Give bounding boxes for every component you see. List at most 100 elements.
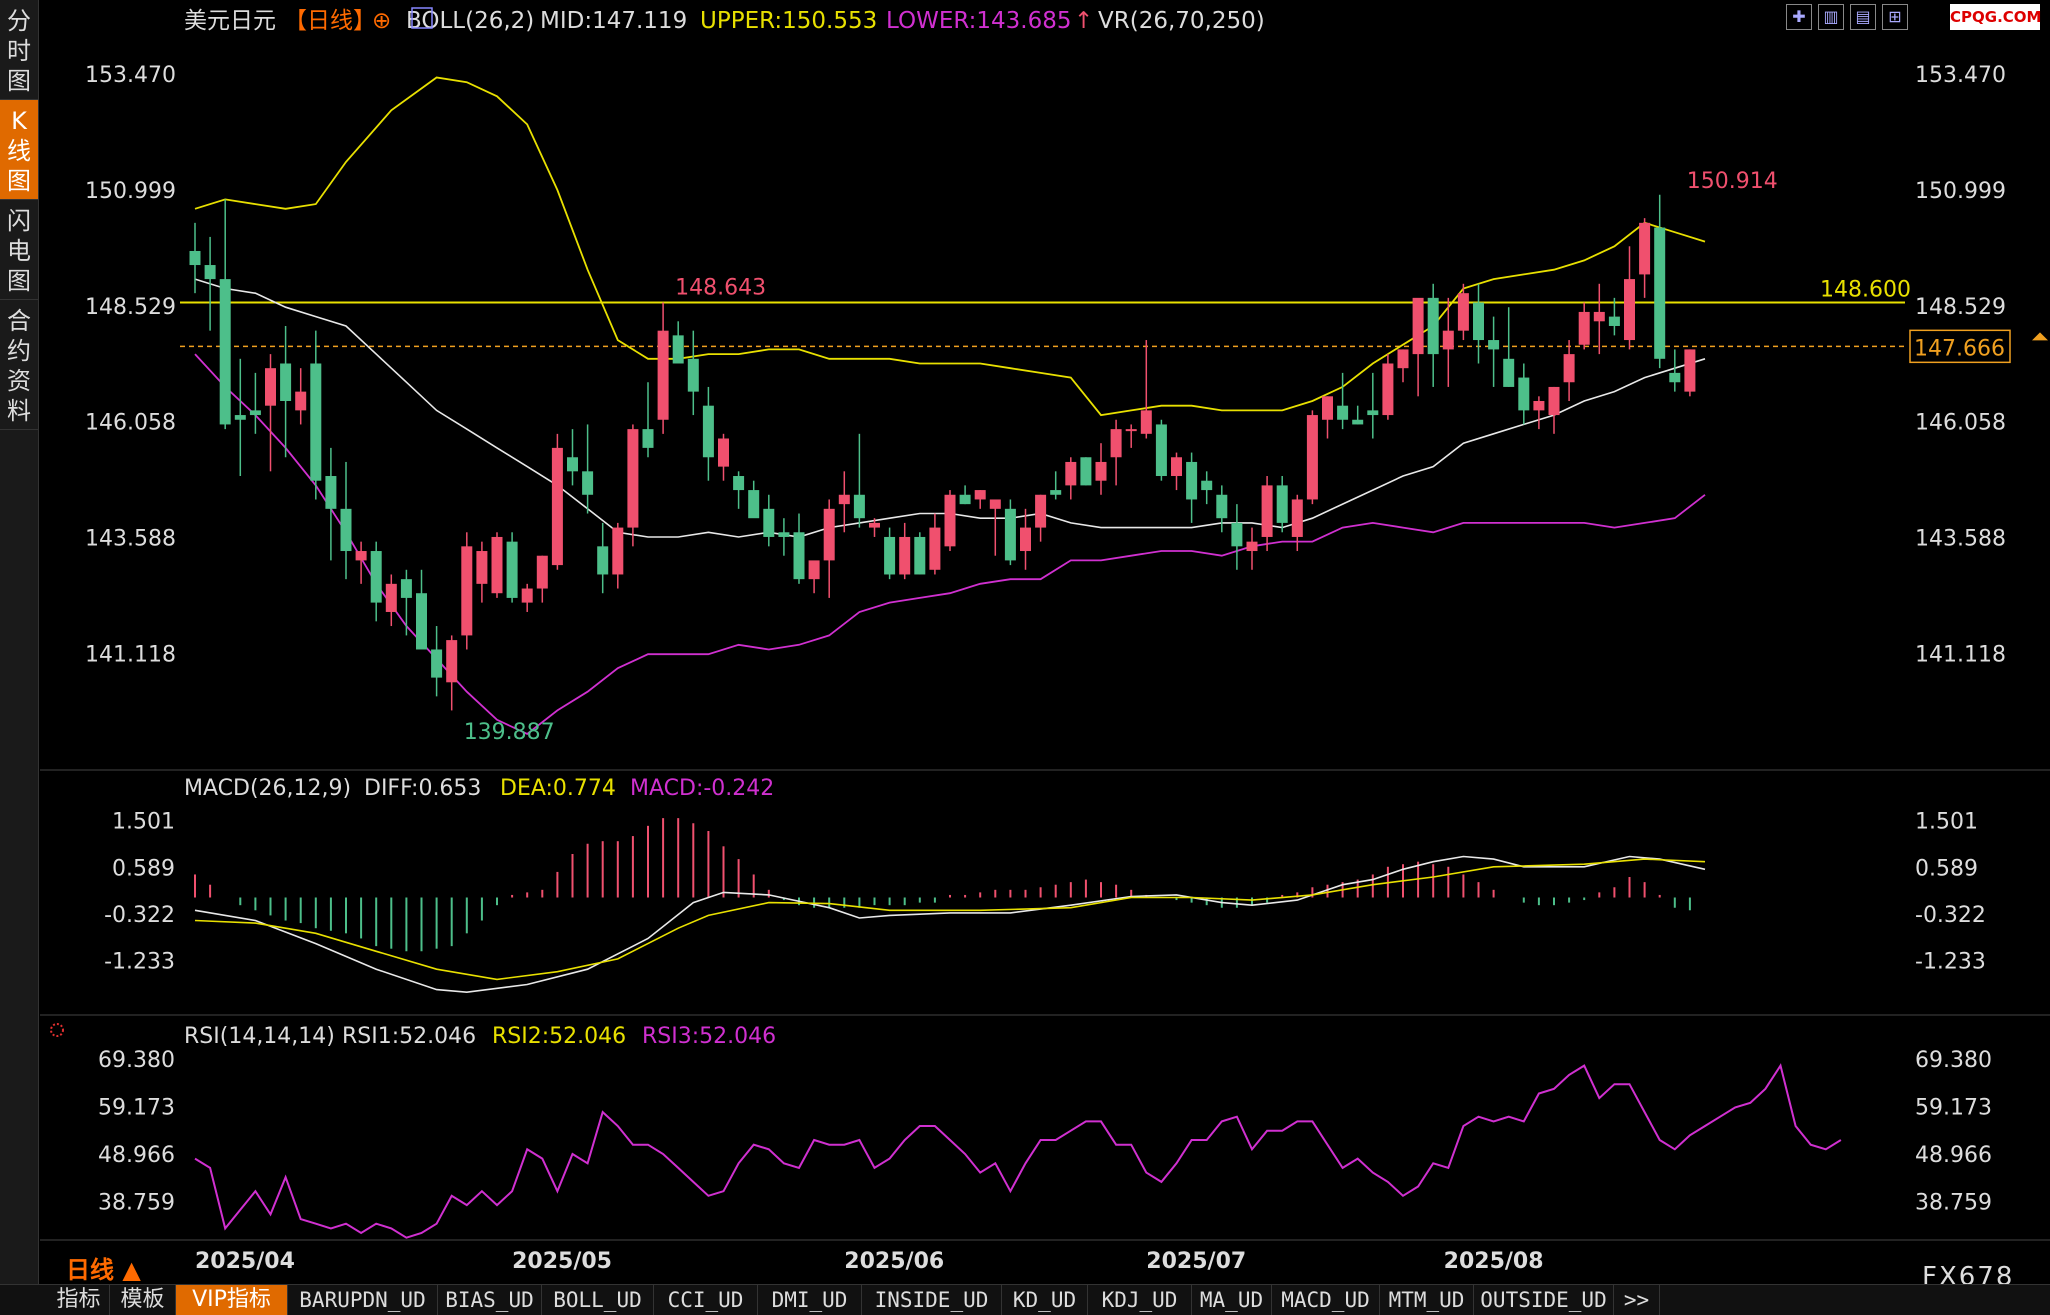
line-icon[interactable]: ⊞ <box>1882 4 1908 30</box>
candle <box>1624 246 1635 350</box>
candle-body <box>612 527 624 575</box>
candle-body <box>461 546 473 636</box>
rsi-line <box>194 1063 1842 1239</box>
candle <box>1412 297 1424 397</box>
y-tick-right: 148.529 <box>1915 295 2006 320</box>
candle-body <box>808 560 820 580</box>
indicator-tab-13[interactable]: MTM_UD <box>1380 1285 1474 1315</box>
indicator-tab-5[interactable]: BOLL_UD <box>542 1285 654 1315</box>
candle <box>1563 340 1575 401</box>
candle <box>1035 494 1047 542</box>
header-lower: LOWER:143.685 <box>886 8 1072 34</box>
y-tick-left: 150.999 <box>85 179 176 204</box>
indicator-tab-2[interactable]: VIP指标 <box>176 1285 288 1315</box>
candle-body <box>899 536 911 575</box>
candle-body <box>733 476 745 491</box>
candle-body <box>748 490 760 519</box>
candle <box>989 499 1001 556</box>
candle <box>1186 452 1198 523</box>
candle-body <box>1412 297 1424 355</box>
macd-label: MACD(26,12,9) <box>184 776 351 801</box>
candle <box>1503 307 1515 387</box>
macd-diff-value: DIFF:0.653 <box>364 776 481 801</box>
candle-body <box>521 588 533 603</box>
candle <box>1050 471 1062 500</box>
candle-body <box>1095 461 1107 481</box>
candle <box>582 424 594 514</box>
indicator-tab-7[interactable]: DMI_UD <box>758 1285 862 1315</box>
candle-body <box>536 555 548 589</box>
rsi-y-tick-left: 59.173 <box>98 1096 175 1121</box>
rsi-y-tick-left: 48.966 <box>98 1143 175 1168</box>
candle <box>763 494 775 547</box>
candle <box>567 429 578 486</box>
candle <box>808 560 820 594</box>
candle-body <box>1231 522 1243 547</box>
candle <box>1004 499 1016 566</box>
y-tick-right: 141.118 <box>1915 642 2006 667</box>
candle-body <box>1155 424 1167 477</box>
indicator-tab-15[interactable]: >> <box>1614 1285 1660 1315</box>
candle <box>793 513 805 584</box>
indicator-tab-11[interactable]: MA_UD <box>1192 1285 1272 1315</box>
candle-body <box>1291 499 1303 537</box>
price-annotation: 148.643 <box>675 276 766 301</box>
candle-body <box>838 494 850 505</box>
candle <box>823 499 835 598</box>
candle-body <box>1004 508 1016 561</box>
candle-body <box>280 363 292 401</box>
candle-body <box>1563 354 1575 383</box>
candle-body <box>1669 372 1681 383</box>
vr-arrow-icon: ↑ <box>1074 8 1093 34</box>
indicator-tab-8[interactable]: INSIDE_UD <box>862 1285 1002 1315</box>
y-tick-right: 150.999 <box>1915 179 2006 204</box>
candle <box>521 583 533 612</box>
indicator-tab-0[interactable]: 指标 <box>48 1285 110 1315</box>
candle-body <box>476 551 488 584</box>
candle <box>461 532 473 650</box>
candle-body <box>597 546 609 575</box>
candle-body <box>959 494 971 505</box>
candle-body <box>793 532 805 580</box>
bars-icon[interactable]: ▥ <box>1818 4 1844 30</box>
candle-body <box>944 494 956 547</box>
y-tick-left: 146.058 <box>85 411 176 436</box>
period-label[interactable]: 日线 ▲ <box>66 1250 141 1285</box>
candle-body <box>1639 222 1651 275</box>
rsi-settings-icon <box>50 1023 64 1037</box>
x-tick: 2025/04 <box>195 1249 295 1274</box>
candle-body <box>1654 227 1666 359</box>
macd-macd-value: MACD:-0.242 <box>630 776 774 801</box>
candle-body <box>1140 410 1152 434</box>
chart-area: 153.470 153.470 150.999 150.999 148.529 148.5… <box>40 7 2050 1274</box>
candle-body <box>1457 293 1469 331</box>
candle-body <box>1367 410 1379 416</box>
candle-body <box>823 508 835 561</box>
candle-body <box>1306 415 1318 500</box>
indicator-tab-10[interactable]: KDJ_UD <box>1088 1285 1192 1315</box>
candle-body <box>1276 485 1288 523</box>
candle <box>718 433 729 481</box>
candle-body <box>295 391 307 411</box>
candle-body <box>325 476 337 509</box>
settings-icon: ⊕ <box>372 8 391 34</box>
candle-body <box>1684 349 1696 392</box>
indicator-tab-4[interactable]: BIAS_UD <box>438 1285 542 1315</box>
candle <box>612 522 624 589</box>
indicator-tab-9[interactable]: KD_UD <box>1002 1285 1088 1315</box>
candle-body <box>778 532 790 537</box>
indicator-tab-6[interactable]: CCI_UD <box>654 1285 758 1315</box>
indicator-tab-12[interactable]: MACD_UD <box>1272 1285 1380 1315</box>
candle-body <box>1125 429 1137 432</box>
candle-body <box>431 649 443 678</box>
crosshair-icon[interactable]: ✚ <box>1786 4 1812 30</box>
indicator-tab-1[interactable]: 模板 <box>110 1285 176 1315</box>
candle <box>884 527 896 580</box>
macd-y-tick-right: 1.501 <box>1915 810 1978 835</box>
x-tick: 2025/05 <box>512 1249 612 1274</box>
indicator-tab-14[interactable]: OUTSIDE_UD <box>1474 1285 1614 1315</box>
indicator-tab-3[interactable]: BARUPDN_UD <box>288 1285 438 1315</box>
x-tick: 2025/06 <box>844 1249 944 1274</box>
macd-y-tick-left: -1.233 <box>104 950 175 975</box>
candle-icon[interactable]: ▤ <box>1850 4 1876 30</box>
